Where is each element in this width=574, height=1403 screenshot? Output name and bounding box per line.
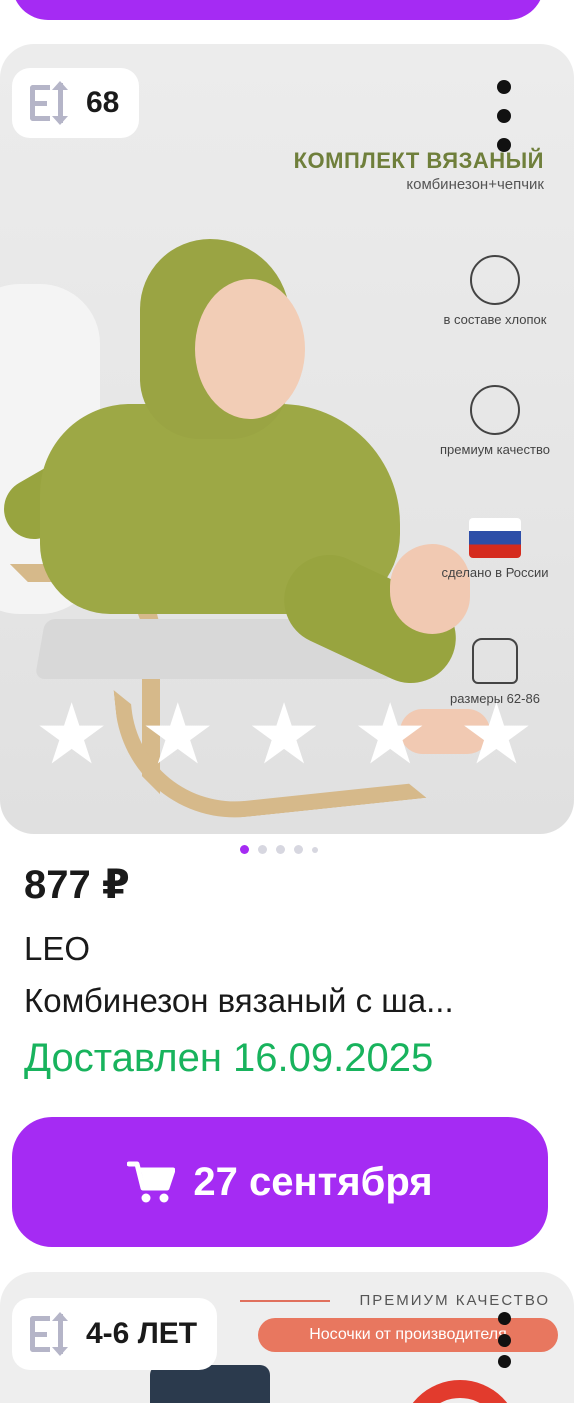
cotton-icon xyxy=(470,255,520,305)
product-visual xyxy=(150,1365,270,1403)
pagination-dot xyxy=(276,845,285,854)
size-value: 4-6 ЛЕТ xyxy=(86,1317,198,1350)
cart-icon xyxy=(127,1161,176,1203)
size-badge: 4-6 ЛЕТ xyxy=(12,1298,218,1370)
feature-label: премиум качество xyxy=(440,442,550,457)
feature-cotton: в составе хлопок xyxy=(440,255,550,328)
pagination-dot xyxy=(258,845,267,854)
image-pagination-dots xyxy=(240,845,318,854)
decorative-line xyxy=(240,1300,330,1302)
cart-button-label: 27 сентября xyxy=(193,1159,433,1204)
rating-stars: ★ ★ ★ ★ ★ xyxy=(34,692,534,776)
russia-flag-icon xyxy=(469,518,521,558)
pagination-dot xyxy=(312,846,318,853)
dot-icon xyxy=(497,80,511,94)
promo-subtitle: комбинезон+чепчик xyxy=(406,176,544,193)
clothing-size-icon xyxy=(472,638,518,684)
dot-icon xyxy=(497,109,511,123)
size-icon xyxy=(30,81,78,125)
dot-icon xyxy=(497,1333,511,1347)
more-options-button[interactable] xyxy=(484,1312,524,1368)
pagination-dot xyxy=(240,845,249,854)
star-icon: ★ xyxy=(352,685,428,783)
previous-card-cart-button[interactable] xyxy=(12,0,544,20)
pagination-dot xyxy=(294,845,303,854)
star-icon: ★ xyxy=(458,685,534,783)
dot-icon xyxy=(497,1355,511,1368)
product-price: 877 ₽ xyxy=(24,863,130,907)
size-badge: 68 xyxy=(12,68,140,138)
product-brand[interactable]: LEO xyxy=(24,930,90,968)
feature-label: сделано в России xyxy=(441,565,549,580)
feature-quality: премиум качество xyxy=(440,385,550,458)
dot-icon xyxy=(497,1312,511,1325)
delivery-status: Доставлен 16.09.2025 xyxy=(24,1036,434,1080)
quality-badge-icon xyxy=(470,385,520,435)
more-options-button[interactable] xyxy=(484,80,524,152)
size-value: 68 xyxy=(86,86,120,119)
feature-label: в составе хлопок xyxy=(443,312,547,327)
next-promo-premium: ПРЕМИУМ КАЧЕСТВО xyxy=(359,1292,550,1309)
product-title[interactable]: Комбинезон вязаный с ша... xyxy=(24,982,544,1020)
add-to-cart-button[interactable]: 27 сентября xyxy=(12,1117,548,1247)
dot-icon xyxy=(497,138,511,152)
star-icon: ★ xyxy=(140,685,216,783)
star-icon: ★ xyxy=(34,685,110,783)
feature-made-in-russia: сделано в России xyxy=(440,518,550,581)
size-icon xyxy=(30,1312,78,1356)
star-icon: ★ xyxy=(246,685,322,783)
baby-face xyxy=(195,279,305,419)
